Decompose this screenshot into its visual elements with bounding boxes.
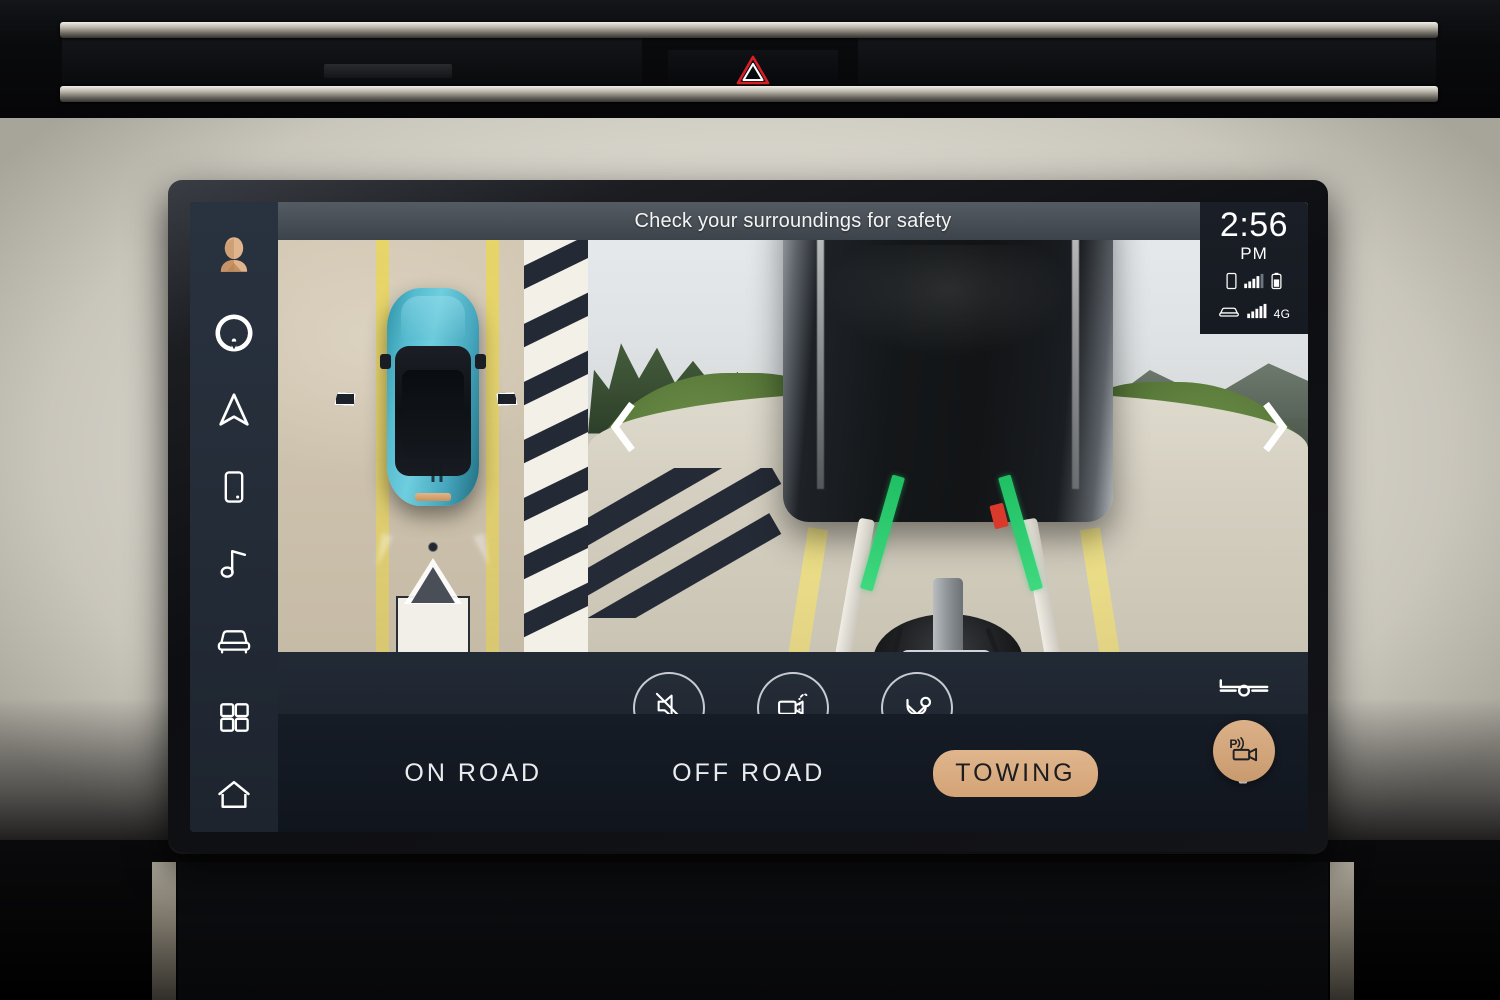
trailer-body [396, 596, 470, 652]
hatched-barrier-zone [524, 202, 588, 652]
sidebar-item-home[interactable] [190, 755, 278, 832]
trailer-tongue [404, 558, 462, 604]
trailer-view-button[interactable] [1208, 668, 1280, 708]
hazard-button-plate [668, 50, 838, 90]
mode-towing[interactable]: TOWING [933, 749, 1098, 797]
infotainment-screen: Check your surroundings for safety 2:56 … [190, 202, 1308, 832]
vehicle-status-row: 4G [1218, 303, 1291, 324]
music-note-icon [214, 543, 254, 583]
camera-view-area [278, 202, 1308, 652]
sidebar-item-vehicle[interactable] [190, 602, 278, 679]
guide-line-right [486, 202, 499, 652]
right-control-stack: P [1196, 654, 1292, 814]
mirror-right [475, 354, 486, 369]
network-type-label: 4G [1273, 306, 1291, 321]
top-down-surround-view[interactable] [278, 202, 588, 652]
console-trim-left [152, 862, 176, 1000]
clock-meridiem: PM [1240, 244, 1268, 263]
chevron-left-icon[interactable] [606, 398, 640, 456]
air-vent-left [62, 38, 642, 84]
safety-message-banner: Check your surroundings for safety [278, 202, 1308, 240]
signal-bars-icon [1244, 273, 1264, 294]
sidebar-item-user-profile[interactable] [190, 218, 278, 295]
sidebar [190, 202, 278, 832]
hazard-warning-triangle-icon[interactable] [736, 54, 770, 86]
battery-icon [1271, 272, 1282, 295]
sidebar-item-phone-projection[interactable] [190, 448, 278, 525]
mode-on-road[interactable]: ON ROAD [382, 750, 564, 797]
vehicle-top-view [380, 288, 486, 506]
sidebar-item-media[interactable] [190, 525, 278, 602]
home-icon [212, 774, 256, 814]
screenshot-root: Check your surroundings for safety 2:56 … [0, 0, 1500, 1000]
park-assist-camera-button[interactable]: P [1213, 720, 1275, 782]
console-panel [178, 862, 1328, 1000]
chevron-right-icon[interactable] [1258, 398, 1292, 456]
sidebar-item-assistant[interactable] [190, 295, 278, 372]
trailer-icon [1215, 673, 1273, 704]
trailer-front-face [783, 202, 1113, 522]
vehicle-glass-roof [402, 370, 464, 458]
vehicle-rear-vent [431, 462, 435, 482]
phone-icon [1226, 272, 1237, 295]
car-icon [1218, 304, 1240, 323]
air-vent-right [858, 38, 1436, 84]
infotainment-screen-bezel: Check your surroundings for safety 2:56 … [168, 180, 1328, 852]
mirror-left [380, 354, 391, 369]
park-assist-camera-icon: P [1225, 733, 1263, 770]
user-avatar-icon [213, 235, 255, 277]
trailer-jack [933, 578, 963, 652]
chrome-trim-top [60, 22, 1438, 38]
vehicle-hood [401, 296, 465, 340]
safety-message-text: Check your surroundings for safety [634, 209, 952, 232]
vehicle-taillight [415, 493, 451, 501]
dashboard-upper-trim [0, 0, 1500, 118]
navigation-arrow-icon [213, 389, 255, 431]
hitch-point-marker [428, 542, 438, 552]
phone-status-row [1226, 272, 1282, 295]
drive-mode-options: ON ROAD OFF ROAD TOWING [278, 749, 1178, 797]
mode-off-road[interactable]: OFF ROAD [650, 750, 847, 797]
trailer-top-view [396, 554, 470, 652]
trailer-sheen [822, 244, 1074, 357]
ring-circle-icon [213, 312, 255, 354]
drive-mode-bar: ON ROAD OFF ROAD TOWING [278, 714, 1308, 832]
chrome-trim-bottom [60, 86, 1438, 102]
grid-apps-icon [214, 697, 254, 737]
sidebar-item-navigation[interactable] [190, 372, 278, 449]
sidebar-item-apps[interactable] [190, 679, 278, 756]
status-cluster: 2:56 PM 4G [1200, 202, 1308, 334]
console-trim-right [1330, 862, 1354, 1000]
smartphone-icon [214, 467, 254, 507]
vent-notch-left [324, 64, 452, 78]
car-front-icon [212, 621, 256, 659]
clock-time: 2:56 [1219, 206, 1289, 244]
signal-bars-icon [1246, 303, 1267, 324]
